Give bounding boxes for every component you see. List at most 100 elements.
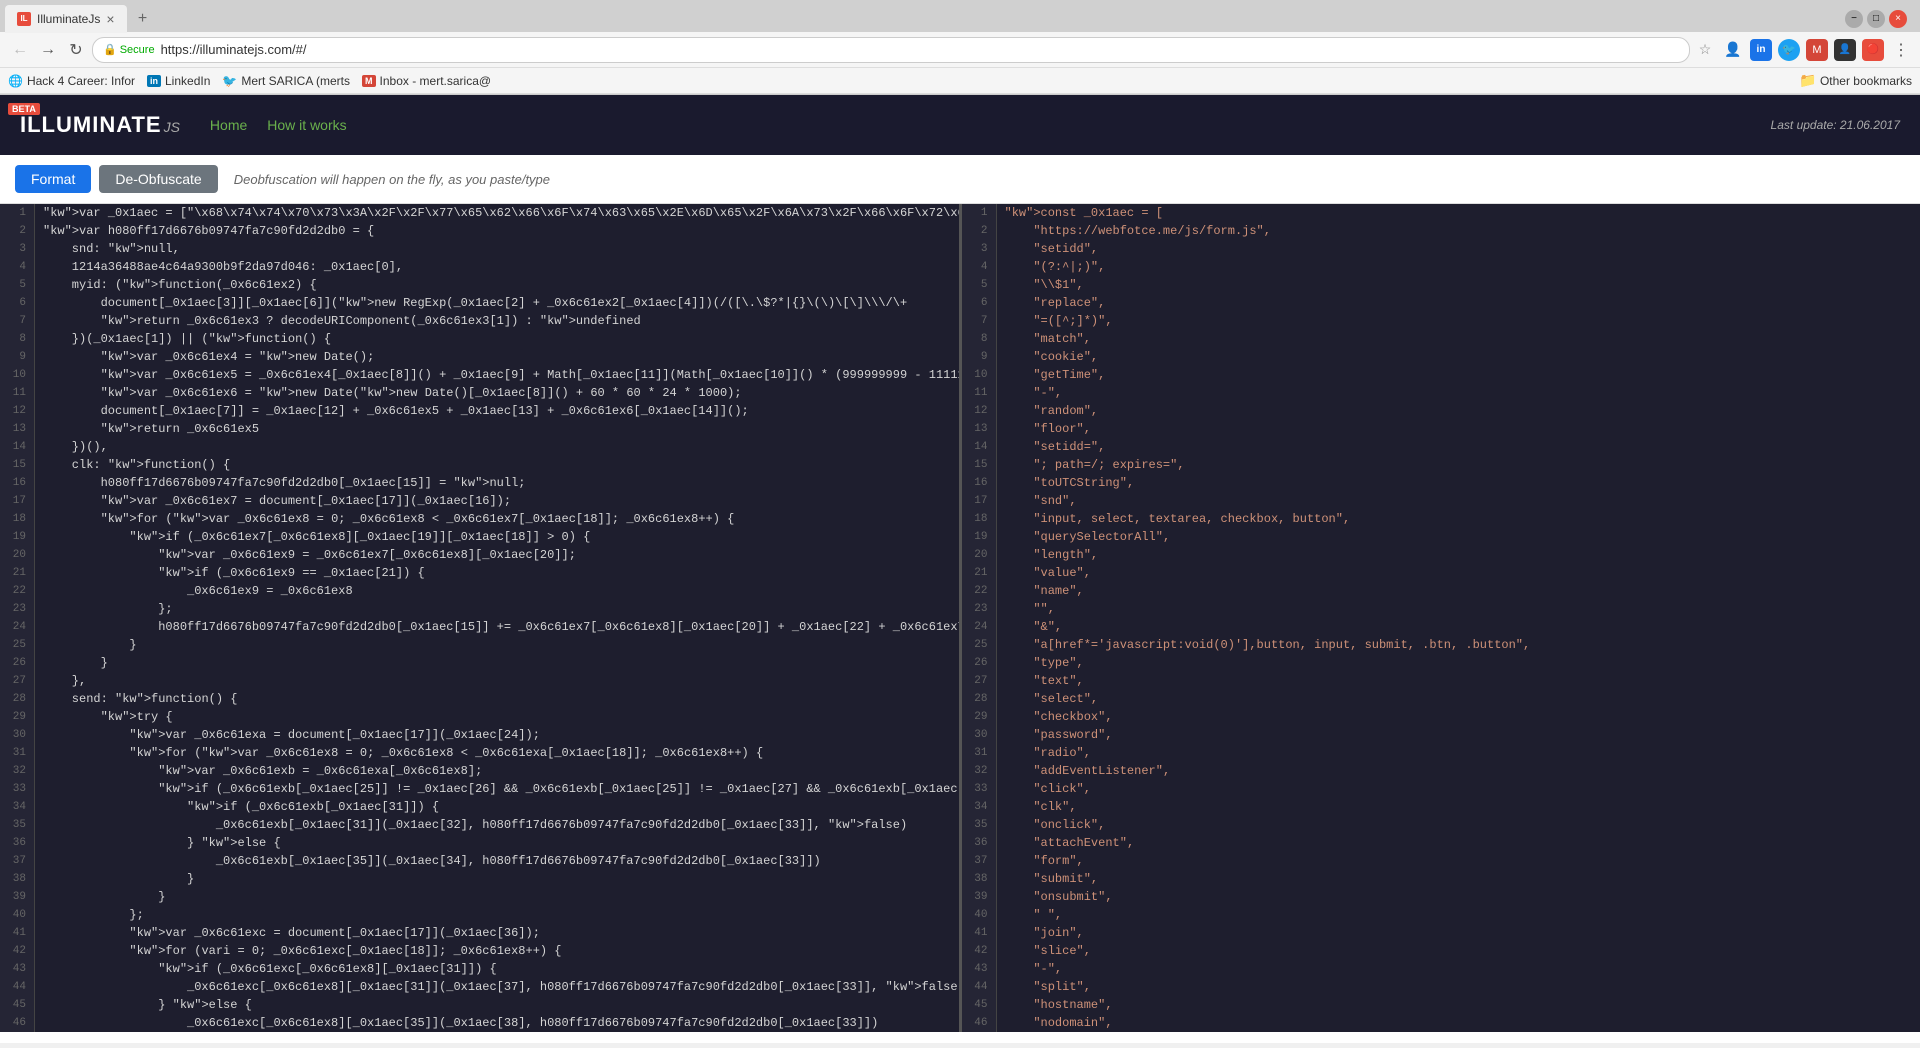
tab-title: IlluminateJs	[37, 12, 100, 26]
table-row: 46 "nodomain",	[962, 1014, 1920, 1032]
table-row: 20 "kw">var _0x6c61ex9 = _0x6c61ex7[_0x6…	[0, 546, 959, 564]
table-row: 26 }	[0, 654, 959, 672]
nav-how-it-works[interactable]: How it works	[267, 117, 346, 133]
bookmark-hack4career[interactable]: 🌐 Hack 4 Career: Infor	[8, 74, 135, 88]
table-row: 42 "kw">for (vari = 0; _0x6c61exc[_0x1ae…	[0, 942, 959, 960]
table-row: 9 "cookie",	[962, 348, 1920, 366]
tab-favicon: IL	[17, 12, 31, 26]
extension-icon-4[interactable]: 👤	[1834, 39, 1856, 61]
table-row: 45 "hostname",	[962, 996, 1920, 1014]
table-row: 20 "length",	[962, 546, 1920, 564]
table-row: 38 }	[0, 870, 959, 888]
table-row: 7 "kw">return _0x6c61ex3 ? decodeURIComp…	[0, 312, 959, 330]
extension-icon-5[interactable]: 🔴	[1862, 39, 1884, 61]
left-code-panel[interactable]: 1"kw">var _0x1aec = ["\x68\x74\x74\x70\x…	[0, 204, 962, 1032]
table-row: 6 document[_0x1aec[3]][_0x1aec[6]]("kw">…	[0, 294, 959, 312]
right-code-panel[interactable]: 1"kw">const _0x1aec = [2 "https://webfot…	[962, 204, 1920, 1032]
table-row: 8 "match",	[962, 330, 1920, 348]
back-button[interactable]: ←	[8, 38, 32, 62]
table-row: 31 "kw">for ("kw">var _0x6c61ex8 = 0; _0…	[0, 744, 959, 762]
table-row: 21 "value",	[962, 564, 1920, 582]
table-row: 44 _0x6c61exc[_0x6c61ex8][_0x1aec[31]](_…	[0, 978, 959, 996]
tab-bar: IL IlluminateJs × + − □ ×	[0, 0, 1920, 32]
bookmark-icon-twitter: 🐦	[222, 74, 237, 88]
extension-icon-3[interactable]: M	[1806, 39, 1828, 61]
table-row: 3 "setidd",	[962, 240, 1920, 258]
table-row: 45 } "kw">else {	[0, 996, 959, 1014]
table-row: 44 "split",	[962, 978, 1920, 996]
table-row: 10 "kw">var _0x6c61ex5 = _0x6c61ex4[_0x1…	[0, 366, 959, 384]
other-bookmarks[interactable]: 📁 Other bookmarks	[1799, 72, 1912, 89]
table-row: 10 "getTime",	[962, 366, 1920, 384]
bookmark-icon-hack: 🌐	[8, 74, 23, 88]
nav-bar: ← → ↻ 🔒 Secure ☆ 👤 in 🐦 M 👤 🔴 ⋮	[0, 32, 1920, 68]
table-row: 4 1214a36488ae4c64a9300b9f2da97d046: _0x…	[0, 258, 959, 276]
table-row: 25 }	[0, 636, 959, 654]
table-row: 21 "kw">if (_0x6c61ex9 == _0x1aec[21]) {	[0, 564, 959, 582]
table-row: 43 "kw">if (_0x6c61exc[_0x6c61ex8][_0x1a…	[0, 960, 959, 978]
table-row: 12 "random",	[962, 402, 1920, 420]
bookmark-gmail[interactable]: M Inbox - mert.sarica@	[362, 74, 491, 88]
table-row: 38 "submit",	[962, 870, 1920, 888]
table-row: 9 "kw">var _0x6c61ex4 = "kw">new Date();	[0, 348, 959, 366]
table-row: 30 "kw">var _0x6c61exa = document[_0x1ae…	[0, 726, 959, 744]
table-row: 41 "join",	[962, 924, 1920, 942]
bookmark-linkedin[interactable]: in LinkedIn	[147, 74, 210, 88]
extension-icon-2[interactable]: 🐦	[1778, 39, 1800, 61]
extension-icon-1[interactable]: in	[1750, 39, 1772, 61]
table-row: 28 "select",	[962, 690, 1920, 708]
nav-home[interactable]: Home	[210, 117, 247, 133]
bookmark-icon-gmail: M	[362, 75, 376, 87]
bookmark-star-icon[interactable]: ☆	[1694, 39, 1716, 61]
table-row: 30 "password",	[962, 726, 1920, 744]
app-header: BETA ILLUMINATE JS Home How it works Las…	[0, 95, 1920, 155]
refresh-button[interactable]: ↻	[64, 38, 88, 62]
table-row: 40 };	[0, 906, 959, 924]
logo-js: JS	[164, 119, 180, 135]
table-row: 23 };	[0, 600, 959, 618]
table-row: 14 })(),	[0, 438, 959, 456]
table-row: 5 myid: ("kw">function(_0x6c61ex2) {	[0, 276, 959, 294]
tabs-bar: Format De-Obfuscate Deobfuscation will h…	[0, 155, 1920, 204]
tab-description: Deobfuscation will happen on the fly, as…	[234, 172, 550, 187]
table-row: 11 "kw">var _0x6c61ex6 = "kw">new Date("…	[0, 384, 959, 402]
address-bar[interactable]: 🔒 Secure	[92, 37, 1690, 63]
table-row: 2 "https://webfotce.me/js/form.js",	[962, 222, 1920, 240]
table-row: 2"kw">var h080ff17d6676b09747fa7c90fd2d2…	[0, 222, 959, 240]
table-row: 26 "type",	[962, 654, 1920, 672]
table-row: 15 clk: "kw">function() {	[0, 456, 959, 474]
format-tab[interactable]: Format	[15, 165, 91, 193]
deobfuscate-tab[interactable]: De-Obfuscate	[99, 165, 217, 193]
table-row: 35 "onclick",	[962, 816, 1920, 834]
profile-icon[interactable]: 👤	[1722, 39, 1744, 61]
code-area: 1"kw">var _0x1aec = ["\x68\x74\x74\x70\x…	[0, 204, 1920, 1032]
table-row: 8 })(_0x1aec[1]) || ("kw">function() {	[0, 330, 959, 348]
table-row: 5 "\\$1",	[962, 276, 1920, 294]
table-row: 7 "=([^;]*)",	[962, 312, 1920, 330]
close-button[interactable]: ×	[1889, 10, 1907, 28]
new-tab-button[interactable]: +	[131, 7, 155, 31]
browser-tab[interactable]: IL IlluminateJs ×	[5, 5, 127, 33]
menu-button[interactable]: ⋮	[1890, 39, 1912, 61]
table-row: 32 "kw">var _0x6c61exb = _0x6c61exa[_0x6…	[0, 762, 959, 780]
secure-label: Secure	[120, 44, 155, 56]
maximize-button[interactable]: □	[1867, 10, 1885, 28]
table-row: 29 "checkbox",	[962, 708, 1920, 726]
table-row: 16 h080ff17d6676b09747fa7c90fd2d2db0[_0x…	[0, 474, 959, 492]
forward-button[interactable]: →	[36, 38, 60, 62]
tab-close-button[interactable]: ×	[106, 11, 114, 27]
address-input[interactable]	[161, 42, 1679, 57]
minimize-button[interactable]: −	[1845, 10, 1863, 28]
table-row: 13 "kw">return _0x6c61ex5	[0, 420, 959, 438]
table-row: 36 } "kw">else {	[0, 834, 959, 852]
table-row: 24 "&",	[962, 618, 1920, 636]
table-row: 22 "name",	[962, 582, 1920, 600]
table-row: 32 "addEventListener",	[962, 762, 1920, 780]
table-row: 40 " ",	[962, 906, 1920, 924]
bookmark-twitter[interactable]: 🐦 Mert SARICA (merts	[222, 74, 350, 88]
table-row: 34 "kw">if (_0x6c61exb[_0x1aec[31]]) {	[0, 798, 959, 816]
table-row: 27 },	[0, 672, 959, 690]
table-row: 31 "radio",	[962, 744, 1920, 762]
lock-icon: 🔒	[103, 43, 117, 56]
table-row: 13 "floor",	[962, 420, 1920, 438]
